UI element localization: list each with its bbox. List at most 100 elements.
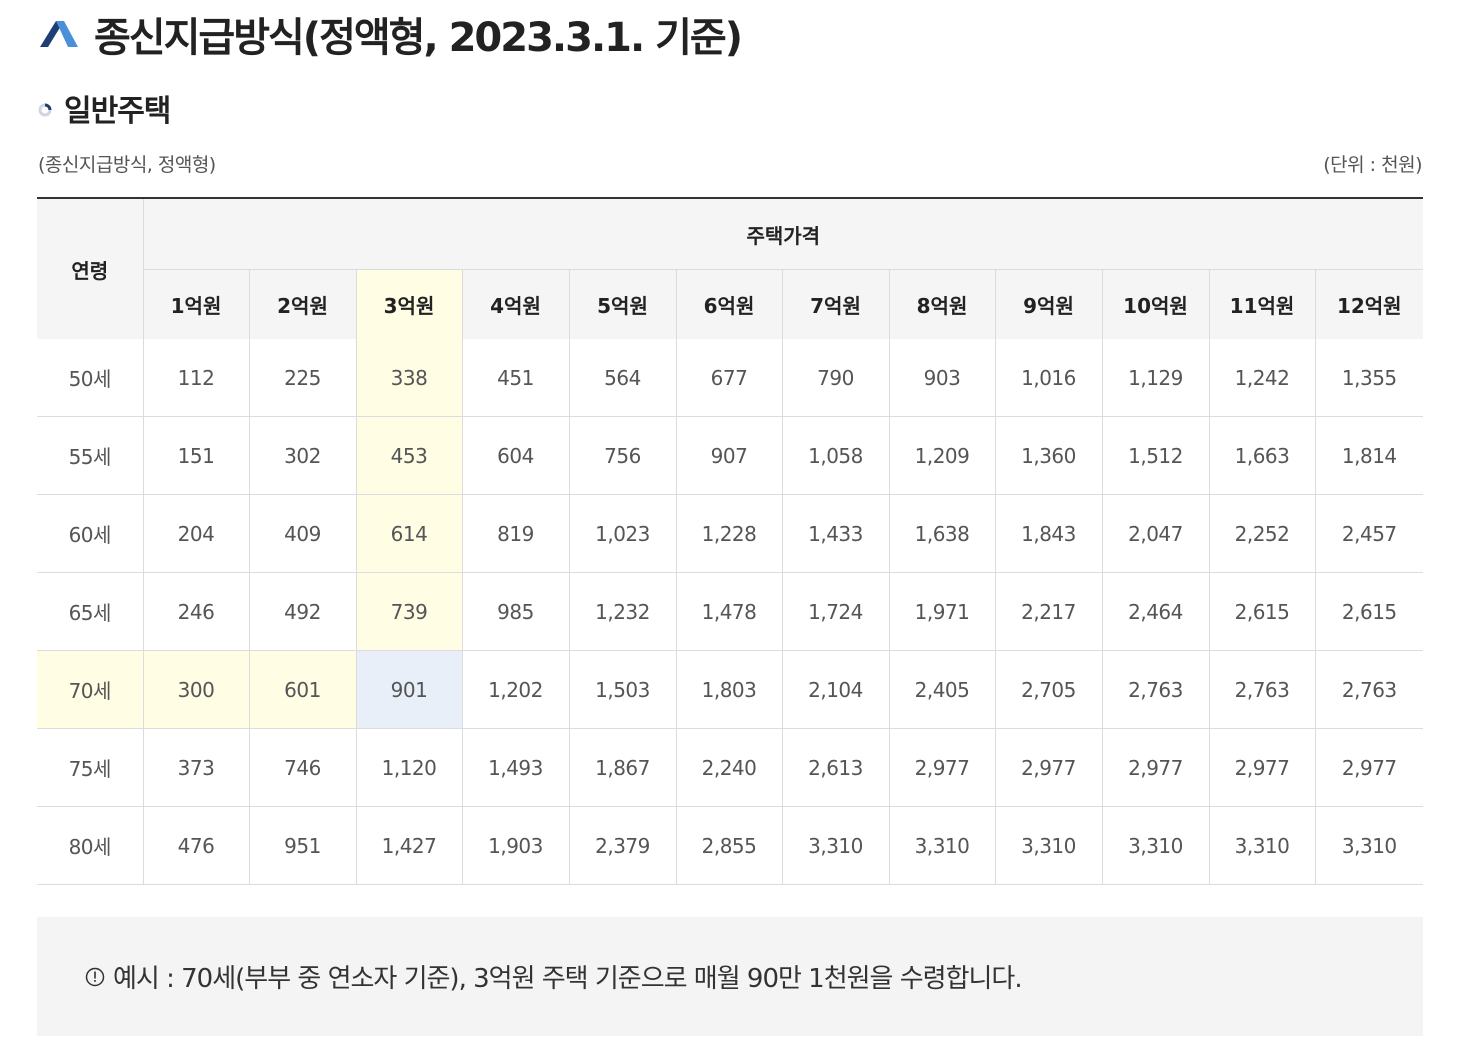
value-cell: 2,252: [1208, 494, 1315, 573]
value-cell: 2,763: [1208, 650, 1315, 729]
info-circle-icon: [85, 967, 105, 986]
value-cell: 819: [461, 494, 569, 573]
age-column-header: 연령: [37, 197, 144, 339]
value-cell: 2,977: [994, 728, 1102, 807]
value-cell: 492: [248, 572, 356, 651]
value-cell: 2,047: [1101, 494, 1209, 573]
value-cell: 302: [248, 416, 356, 495]
table-row: 70세 300 601 901 1,202 1,503 1,803 2,104 2,405 2,7…: [37, 650, 1424, 729]
page-title: 종신지급방식(정액형, 2023.3.1. 기준): [94, 15, 743, 61]
price-column-header: 1억원: [143, 269, 249, 339]
value-cell: 790: [781, 339, 889, 417]
unit-label: (단위 : 천원): [1323, 154, 1422, 176]
value-cell: 2,615: [1314, 572, 1424, 651]
value-cell: 3,310: [781, 806, 889, 885]
value-cell: 1,971: [888, 572, 995, 651]
value-cell: 2,613: [781, 728, 889, 807]
table-body: 50세 112 225 338 451 564 677 790 903 1,016 1,129 1,2…: [37, 339, 1424, 885]
value-cell: 1,120: [355, 728, 462, 807]
logo-icon: [40, 21, 78, 47]
age-cell: 75세: [37, 728, 143, 807]
value-cell: 677: [675, 339, 782, 417]
value-cell: 604: [461, 416, 569, 495]
value-cell: 1,058: [781, 416, 889, 495]
value-cell: 1,023: [568, 494, 676, 573]
value-cell: 2,104: [781, 650, 889, 729]
price-column-header: 4억원: [461, 269, 569, 339]
value-cell: 1,478: [675, 572, 782, 651]
table-row: 75세 373 746 1,120 1,493 1,867 2,240 2,613 2,977 2…: [37, 728, 1424, 807]
value-cell: 3,310: [994, 806, 1102, 885]
payment-table: 연령 주택가격 1억원 2억원 3억원 4억원 5억원 6억원 7억원 8억원 …: [37, 197, 1424, 885]
title-row: 종신지급방식(정액형, 2023.3.1. 기준): [38, 4, 743, 64]
table-row: 50세 112 225 338 451 564 677 790 903 1,016 1,129 1,2…: [37, 339, 1424, 417]
value-cell: 1,016: [994, 339, 1102, 417]
price-column-header: 6억원: [675, 269, 782, 339]
section-title: 일반주택: [64, 94, 171, 129]
value-cell: 756: [568, 416, 676, 495]
value-cell: 1,228: [675, 494, 782, 573]
value-cell: 451: [461, 339, 569, 417]
value-cell: 1,202: [461, 650, 569, 729]
value-cell: 2,405: [888, 650, 995, 729]
value-cell: 1,503: [568, 650, 676, 729]
age-cell: 80세: [37, 806, 143, 885]
value-cell: 907: [675, 416, 782, 495]
value-cell: 3,310: [888, 806, 995, 885]
value-cell: 204: [142, 494, 249, 573]
value-cell: 409: [248, 494, 356, 573]
value-cell: 1,433: [781, 494, 889, 573]
value-cell: 112: [142, 339, 249, 417]
price-group-header: 주택가격: [143, 197, 1424, 270]
value-cell: 476: [142, 806, 249, 885]
value-cell: 1,814: [1314, 416, 1424, 495]
value-cell: 2,763: [1314, 650, 1424, 729]
value-cell: 2,615: [1208, 572, 1315, 651]
price-column-header: 7억원: [781, 269, 889, 339]
value-cell: 1,427: [355, 806, 462, 885]
value-cell: 601: [248, 650, 356, 729]
note-text: 예시 : 70세(부부 중 연소자 기준), 3억원 주택 기준으로 매월 90…: [113, 964, 1023, 994]
header-row-1: 연령 주택가격: [37, 197, 1424, 339]
value-cell: 1,209: [888, 416, 995, 495]
header-row-2: 1억원 2억원 3억원 4억원 5억원 6억원 7억원 8억원 9억원 10억원…: [37, 269, 1424, 339]
value-cell: 225: [248, 339, 356, 417]
value-cell: 951: [248, 806, 356, 885]
price-column-header: 12억원: [1314, 269, 1424, 339]
price-column-header: 5억원: [568, 269, 676, 339]
value-cell: 338: [355, 339, 462, 417]
value-cell: 903: [888, 339, 995, 417]
age-cell: 70세: [37, 650, 143, 729]
table-row: 65세 246 492 739 985 1,232 1,478 1,724 1,971 2,217…: [37, 572, 1424, 651]
age-cell: 55세: [37, 416, 143, 495]
value-cell: 3,310: [1208, 806, 1315, 885]
value-cell: 2,457: [1314, 494, 1424, 573]
price-column-header: 11억원: [1208, 269, 1315, 339]
value-cell: 1,512: [1101, 416, 1209, 495]
value-cell: 2,240: [675, 728, 782, 807]
value-cell: 2,977: [1314, 728, 1424, 807]
value-cell: 2,217: [994, 572, 1102, 651]
age-cell: 65세: [37, 572, 143, 651]
value-cell: 1,843: [994, 494, 1102, 573]
table-row: 80세 476 951 1,427 1,903 2,379 2,855 3,310 3,310 3…: [37, 806, 1424, 885]
value-cell: 901: [355, 650, 462, 729]
value-cell: 2,977: [888, 728, 995, 807]
value-cell: 2,977: [1101, 728, 1209, 807]
value-cell: 746: [248, 728, 356, 807]
value-cell: 3,310: [1101, 806, 1209, 885]
value-cell: 2,855: [675, 806, 782, 885]
value-cell: 1,242: [1208, 339, 1315, 417]
value-cell: 151: [142, 416, 249, 495]
price-column-header: 2억원: [248, 269, 356, 339]
value-cell: 2,977: [1208, 728, 1315, 807]
value-cell: 1,903: [461, 806, 569, 885]
table-row: 60세 204 409 614 819 1,023 1,228 1,433 1,638 1,843…: [37, 494, 1424, 573]
circle-bullet-icon: [38, 103, 52, 117]
value-cell: 453: [355, 416, 462, 495]
value-cell: 564: [568, 339, 676, 417]
value-cell: 246: [142, 572, 249, 651]
value-cell: 3,310: [1314, 806, 1424, 885]
value-cell: 2,763: [1101, 650, 1209, 729]
value-cell: 1,360: [994, 416, 1102, 495]
